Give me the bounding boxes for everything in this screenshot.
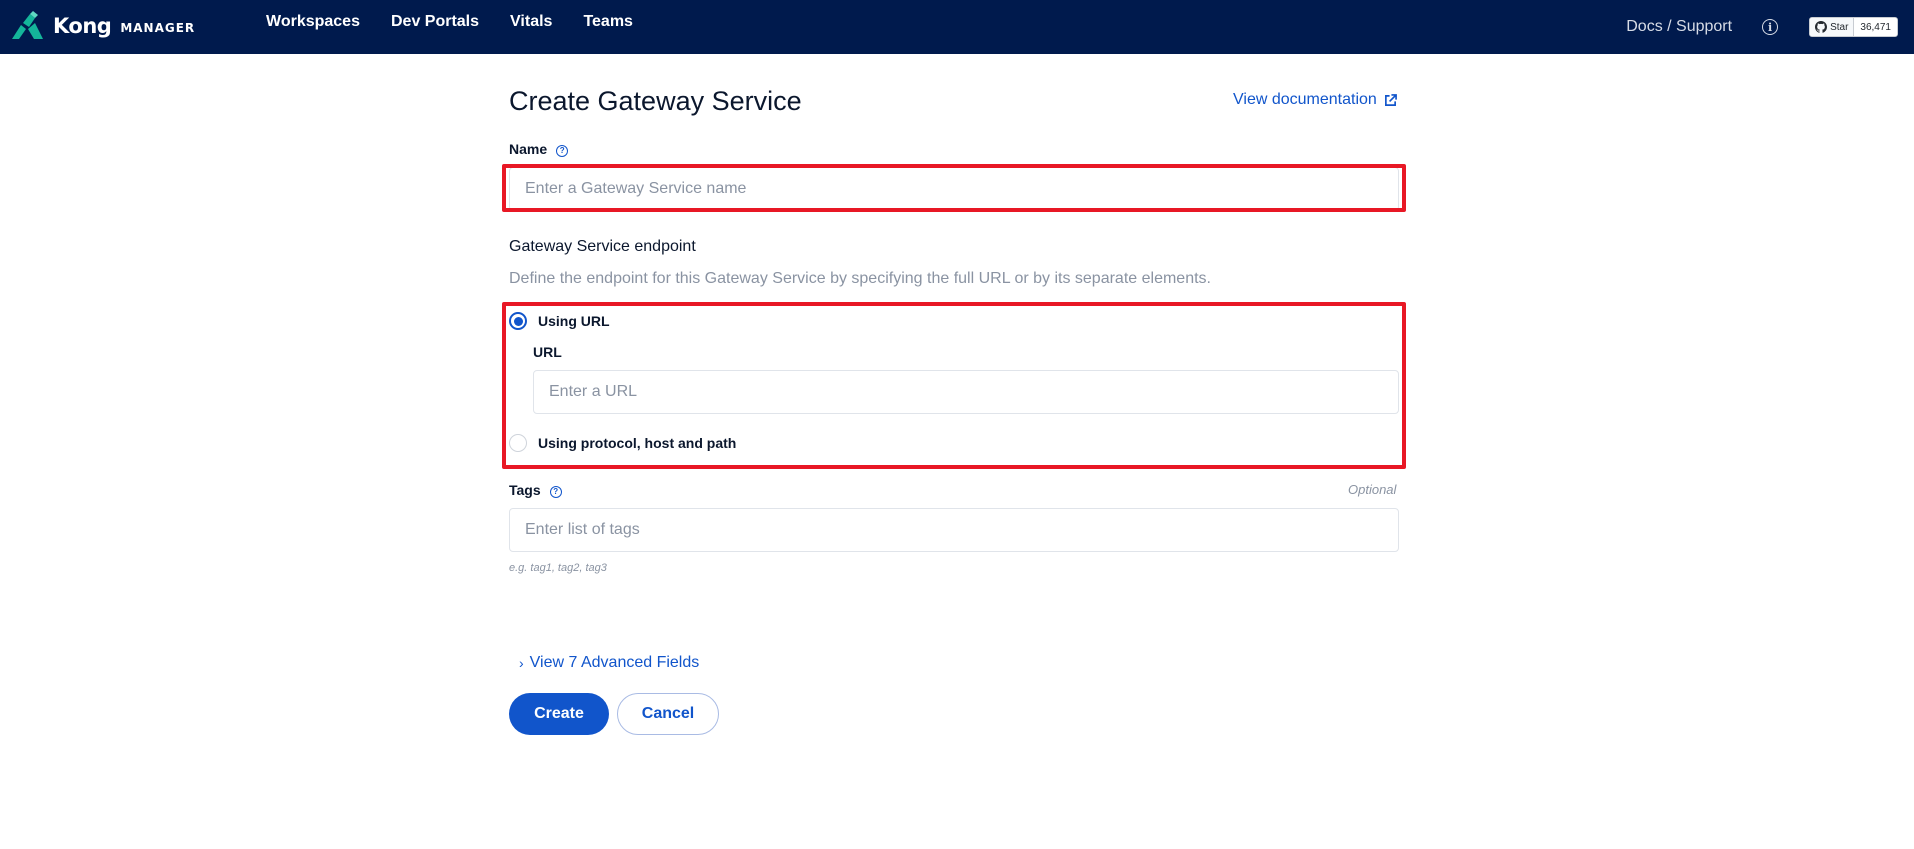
- cancel-button[interactable]: Cancel: [617, 693, 719, 735]
- view-advanced-fields-toggle[interactable]: › View 7 Advanced Fields: [519, 654, 699, 672]
- page-title: Create Gateway Service: [509, 86, 802, 116]
- nav-teams[interactable]: Teams: [583, 13, 633, 31]
- radio-using-url[interactable]: Using URL: [509, 312, 610, 330]
- name-label: Name?: [509, 141, 569, 157]
- tags-optional-text: Optional: [1348, 482, 1397, 497]
- view-advanced-fields-label: View 7 Advanced Fields: [529, 654, 700, 671]
- brand-logo[interactable]: Kong MANAGER: [10, 11, 195, 41]
- name-label-text: Name: [509, 141, 548, 157]
- radio-using-protocol[interactable]: Using protocol, host and path: [509, 434, 736, 452]
- radio-button-checked[interactable]: [509, 312, 527, 330]
- radio-button-unchecked[interactable]: [509, 434, 527, 452]
- github-star-widget[interactable]: Star 36,471: [1809, 17, 1898, 37]
- tags-input[interactable]: [509, 508, 1399, 552]
- radio-using-url-label: Using URL: [538, 313, 610, 329]
- main-nav: Workspaces Dev Portals Vitals Teams: [266, 13, 664, 31]
- kong-logo-icon: [12, 11, 43, 39]
- github-star-count[interactable]: 36,471: [1854, 18, 1897, 36]
- help-icon[interactable]: ?: [549, 485, 562, 498]
- nav-workspaces[interactable]: Workspaces: [266, 13, 360, 31]
- info-icon[interactable]: i: [1762, 19, 1779, 35]
- name-input[interactable]: [509, 167, 1399, 211]
- external-link-icon: [1384, 93, 1397, 106]
- view-documentation-label: View documentation: [1233, 91, 1377, 108]
- brand-suffix: MANAGER: [120, 20, 196, 35]
- url-input[interactable]: [533, 370, 1399, 414]
- github-icon: [1815, 21, 1828, 33]
- help-icon[interactable]: ?: [556, 144, 569, 157]
- top-navbar: Kong MANAGER Workspaces Dev Portals Vita…: [0, 0, 1914, 54]
- url-label: URL: [533, 344, 562, 360]
- nav-vitals[interactable]: Vitals: [510, 13, 552, 31]
- github-star-label: Star: [1830, 21, 1849, 33]
- tags-label: Tags?: [509, 482, 562, 498]
- brand-name: Kong: [53, 14, 112, 38]
- radio-using-protocol-label: Using protocol, host and path: [538, 435, 737, 451]
- endpoint-description: Define the endpoint for this Gateway Ser…: [509, 270, 1211, 287]
- create-button[interactable]: Create: [509, 693, 609, 735]
- endpoint-section-title: Gateway Service endpoint: [509, 238, 696, 255]
- tags-label-text: Tags: [509, 482, 541, 498]
- nav-dev-portals[interactable]: Dev Portals: [391, 13, 479, 31]
- docs-support-link[interactable]: Docs / Support: [1626, 18, 1732, 36]
- view-documentation-link[interactable]: View documentation: [1233, 91, 1397, 109]
- nav-right: Docs / Support i Star 36,471: [1626, 0, 1914, 54]
- chevron-right-icon: ›: [519, 655, 524, 671]
- tags-hint: e.g. tag1, tag2, tag3: [509, 562, 607, 574]
- github-star-button[interactable]: Star: [1810, 18, 1855, 36]
